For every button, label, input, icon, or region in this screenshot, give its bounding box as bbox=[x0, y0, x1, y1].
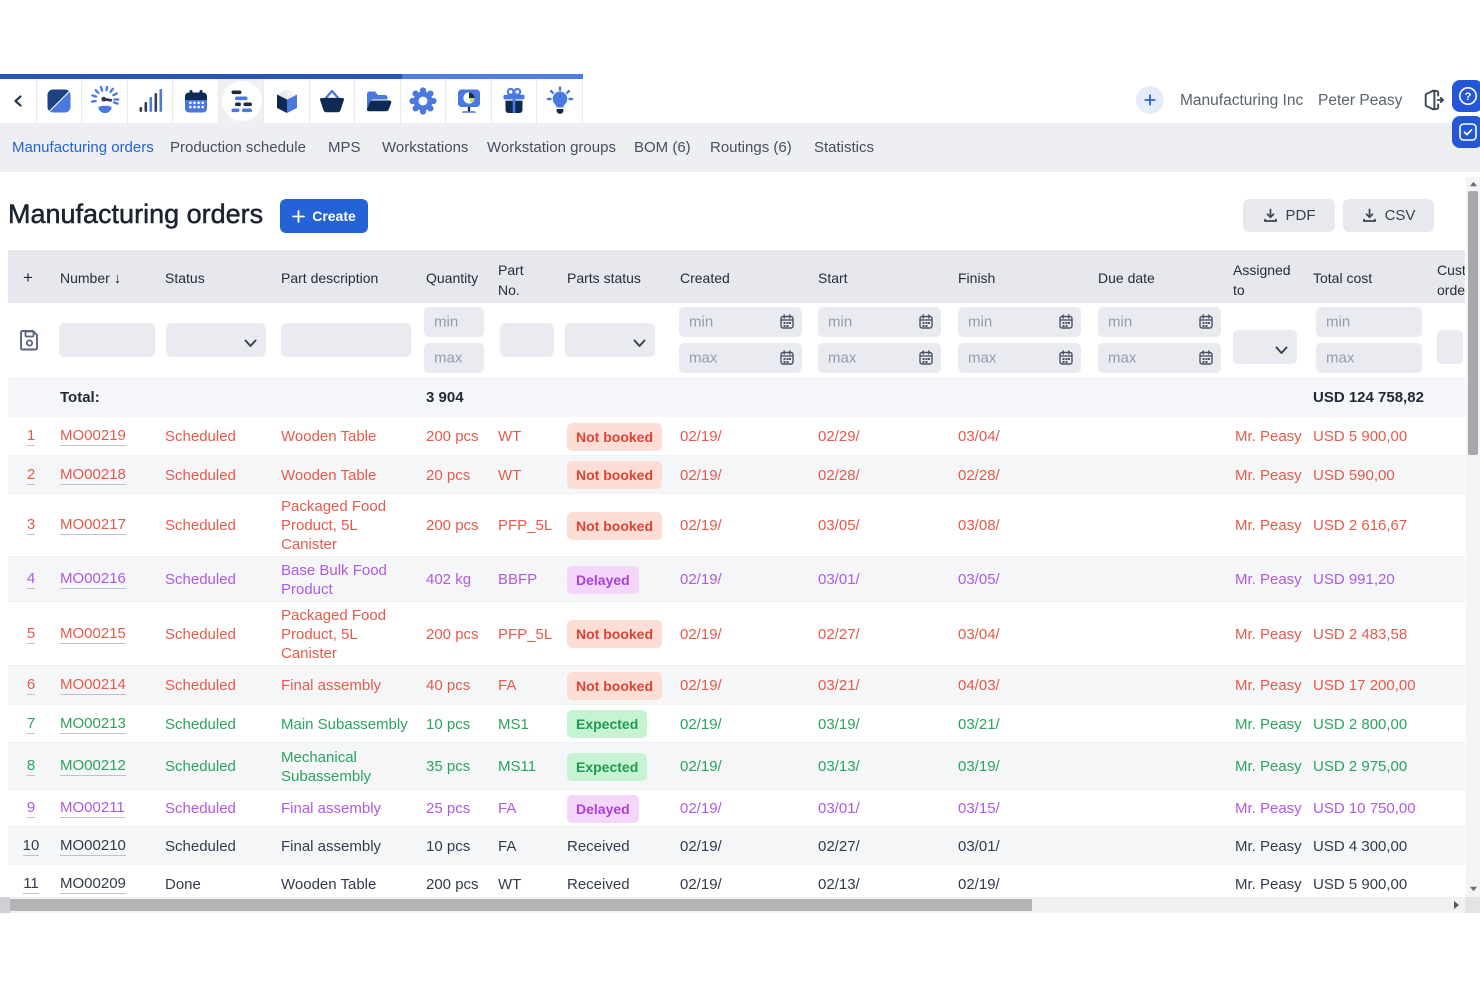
svg-text:?: ? bbox=[1464, 91, 1471, 103]
